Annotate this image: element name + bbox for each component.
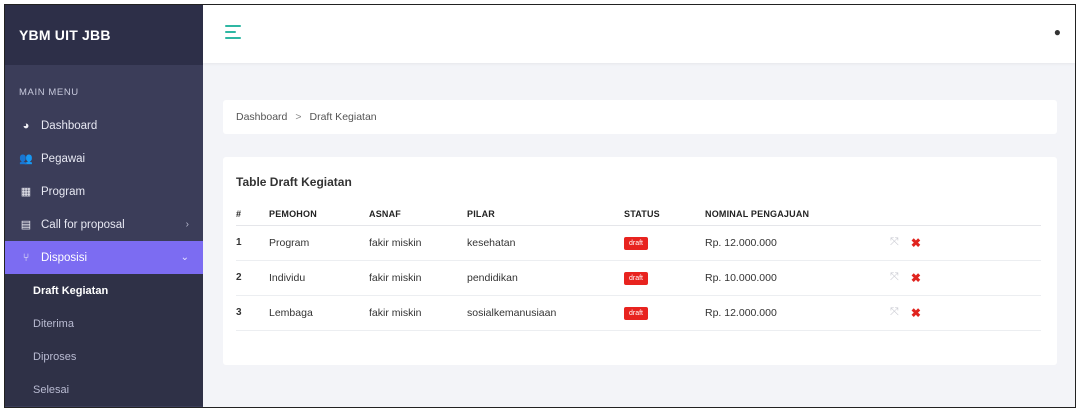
cell-status: draft [624,295,705,331]
table-row: 3 Lembaga fakir miskin sosialkemanusiaan… [236,295,1041,331]
cell-pilar: pendidikan [467,260,624,296]
menu-toggle-icon[interactable] [225,25,241,39]
topbar: ● [203,5,1075,63]
sidebar-item-disposisi[interactable]: ⑂ Disposisi ⌄ [5,241,203,274]
user-icon[interactable]: ● [1054,25,1061,39]
sidebar-item-pegawai[interactable]: 👥 Pegawai [5,142,203,175]
cell-pemohon: Individu [269,260,369,296]
draft-table: # PEMOHON ASNAF PILAR STATUS NOMINAL PEN… [236,203,1041,331]
disposisi-icon: ⑂ [22,251,30,264]
expand-icon[interactable]: ⤧ [890,236,899,249]
cell-nominal: Rp. 12.000.000 [705,295,890,331]
cell-actions: ⤧ ✖ [890,260,1041,296]
cell-actions: ⤧ ✖ [890,225,1041,261]
row-number: 3 [236,295,269,331]
cell-asnaf: fakir miskin [369,225,467,261]
breadcrumb: Dashboard > Draft Kegiatan [223,100,1057,134]
column-header-actions [890,203,1041,226]
cell-pemohon: Lembaga [269,295,369,331]
program-icon: ▦ [20,186,32,198]
chevron-right-icon: › [185,219,189,230]
cell-asnaf: fakir miskin [369,295,467,331]
brand-title: YBM UIT JBB [5,5,203,65]
column-header-asnaf: ASNAF [369,203,467,226]
table-row: 2 Individu fakir miskin pendidikan draft… [236,260,1041,296]
cell-actions: ⤧ ✖ [890,295,1041,331]
expand-icon[interactable]: ⤧ [890,306,899,319]
sidebar-item-label: Program [41,185,86,198]
column-header-number: # [236,203,269,226]
submenu-item-diterima[interactable]: Diterima [5,307,203,340]
status-badge: draft [624,236,649,250]
cell-pemohon: Program [269,225,369,261]
column-header-pilar: PILAR [467,203,624,226]
row-number: 1 [236,225,269,261]
sidebar-item-label: Call for proposal [41,218,125,231]
status-badge: draft [624,306,649,320]
sidebar: YBM UIT JBB MAIN MENU ◕ Dashboard 👥 Pega… [5,5,203,407]
table-title: Table Draft Kegiatan [236,175,352,189]
app-window: YBM UIT JBB MAIN MENU ◕ Dashboard 👥 Pega… [4,4,1076,408]
cell-nominal: Rp. 12.000.000 [705,225,890,261]
chevron-down-icon: ⌄ [180,252,189,263]
dashboard-icon: ◕ [22,119,30,132]
delete-icon[interactable]: ✖ [911,271,921,285]
cell-nominal: Rp. 10.000.000 [705,260,890,296]
row-number: 2 [236,260,269,296]
sidebar-item-label: Dashboard [41,119,98,132]
breadcrumb-separator: > [295,111,302,123]
draft-table-card: Table Draft Kegiatan # PEMOHON ASNAF PIL… [223,157,1057,365]
sidebar-item-dashboard[interactable]: ◕ Dashboard [5,109,203,142]
cell-asnaf: fakir miskin [369,260,467,296]
sidebar-item-call-for-proposal[interactable]: ▤ Call for proposal › [5,208,203,241]
menu-section-title: MAIN MENU [19,87,79,98]
users-icon: 👥 [19,153,33,165]
submenu-item-diproses[interactable]: Diproses [5,340,203,373]
breadcrumb-root[interactable]: Dashboard [236,111,287,123]
column-header-pemohon: PEMOHON [269,203,369,226]
status-badge: draft [624,271,649,285]
column-header-nominal: NOMINAL PENGAJUAN [705,203,890,226]
cell-status: draft [624,225,705,261]
sidebar-item-label: Pegawai [41,152,86,165]
cell-pilar: kesehatan [467,225,624,261]
expand-icon[interactable]: ⤧ [890,271,899,284]
delete-icon[interactable]: ✖ [911,306,921,320]
sidebar-item-program[interactable]: ▦ Program [5,175,203,208]
disposisi-submenu: Draft Kegiatan Diterima Diproses Selesai [5,274,203,406]
breadcrumb-current: Draft Kegiatan [309,111,377,123]
proposal-icon: ▤ [20,219,32,231]
sidebar-item-label: Disposisi [41,251,88,264]
submenu-item-selesai[interactable]: Selesai [5,373,203,406]
delete-icon[interactable]: ✖ [911,236,921,250]
table-header-row: # PEMOHON ASNAF PILAR STATUS NOMINAL PEN… [236,203,1041,226]
cell-status: draft [624,260,705,296]
table-row: 1 Program fakir miskin kesehatan draft R… [236,225,1041,261]
cell-pilar: sosialkemanusiaan [467,295,624,331]
submenu-item-draft-kegiatan[interactable]: Draft Kegiatan [5,274,203,307]
column-header-status: STATUS [624,203,705,226]
